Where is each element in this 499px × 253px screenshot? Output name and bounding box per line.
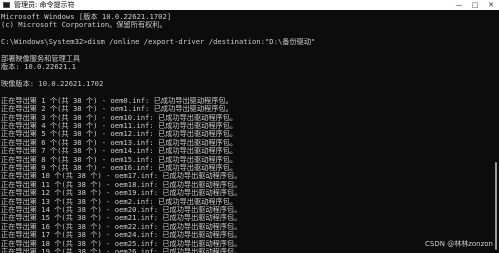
console-line: 正在导出第 10 个(共 38 个) - oem17.inf: 已成功导出驱动程… xyxy=(1,172,242,181)
console-line: 正在导出第 7 个(共 38 个) - oem14.inf: 已成功导出驱动程序… xyxy=(1,147,238,156)
console-line: 映像版本: 10.0.22621.1702 xyxy=(1,80,104,89)
console-line: 正在导出第 3 个(共 38 个) - oem10.inf: 已成功导出驱动程序… xyxy=(1,113,238,122)
console-line: 正在导出第 9 个(共 38 个) - oem16.inf: 已成功导出驱动程序… xyxy=(1,164,238,173)
minimize-button[interactable]: — xyxy=(451,0,467,10)
console-line: 正在导出第 19 个(共 38 个) - oem26.inf: 已成功导出驱动程… xyxy=(1,247,242,253)
console-line: 部署映像服务和管理工具 xyxy=(1,54,81,63)
console-line: 正在导出第 14 个(共 38 个) - oem20.inf: 已成功导出驱动程… xyxy=(1,205,242,214)
console-line: 正在导出第 2 个(共 38 个) - oem1.inf: 已成功导出驱动程序包… xyxy=(1,105,233,114)
console-line: 正在导出第 8 个(共 38 个) - oem15.inf: 已成功导出驱动程序… xyxy=(1,155,238,164)
title-bar[interactable]: 管理员: 命令提示符 — □ ✕ xyxy=(0,0,499,10)
window-title: 管理员: 命令提示符 xyxy=(14,1,75,9)
terminal-icon xyxy=(3,2,10,8)
console-line: 正在导出第 6 个(共 38 个) - oem13.inf: 已成功导出驱动程序… xyxy=(1,138,238,147)
command-prompt-window: 管理员: 命令提示符 — □ ✕ Microsoft Windows [版本 1… xyxy=(0,0,499,253)
console-line: Microsoft Windows [版本 10.0.22621.1702] xyxy=(1,13,172,21)
console-line: C:\Windows\System32>dism /online /export… xyxy=(1,38,316,47)
vertical-scrollbar[interactable] xyxy=(494,12,497,250)
close-button[interactable]: ✕ xyxy=(483,0,499,10)
console-line: 正在导出第 5 个(共 38 个) - oem12.inf: 已成功导出驱动程序… xyxy=(1,130,238,139)
console-line: 版本: 10.0.22621.1 xyxy=(1,63,76,72)
console-line: 正在导出第 11 个(共 38 个) - oem18.inf: 已成功导出驱动程… xyxy=(1,180,242,189)
console-line: 正在导出第 17 个(共 38 个) - oem24.inf: 已成功导出驱动程… xyxy=(1,231,242,240)
console-output[interactable]: Microsoft Windows [版本 10.0.22621.1702] (c… xyxy=(1,13,487,253)
console-line: 正在导出第 4 个(共 38 个) - oem11.inf: 已成功导出驱动程序… xyxy=(1,122,238,131)
maximize-button[interactable]: □ xyxy=(467,0,483,10)
console-line: 正在导出第 13 个(共 38 个) - oem2.inf: 已成功导出驱动程序… xyxy=(1,197,238,206)
scrollbar-thumb[interactable] xyxy=(495,162,497,250)
window-controls: — □ ✕ xyxy=(451,0,499,10)
console-line: 正在导出第 15 个(共 38 个) - oem21.inf: 已成功导出驱动程… xyxy=(1,214,242,223)
console-line: 正在导出第 12 个(共 38 个) - oem19.inf: 已成功导出驱动程… xyxy=(1,189,242,198)
watermark: CSDN @林林zonzon xyxy=(425,240,493,248)
console-line: (c) Microsoft Corporation。保留所有权利。 xyxy=(1,21,167,30)
console-line: 正在导出第 16 个(共 38 个) - oem22.inf: 已成功导出驱动程… xyxy=(1,222,242,231)
console-line: 正在导出第 18 个(共 38 个) - oem25.inf: 已成功导出驱动程… xyxy=(1,239,242,248)
console-line: 正在导出第 1 个(共 38 个) - oem0.inf: 已成功导出驱动程序包… xyxy=(1,96,233,105)
